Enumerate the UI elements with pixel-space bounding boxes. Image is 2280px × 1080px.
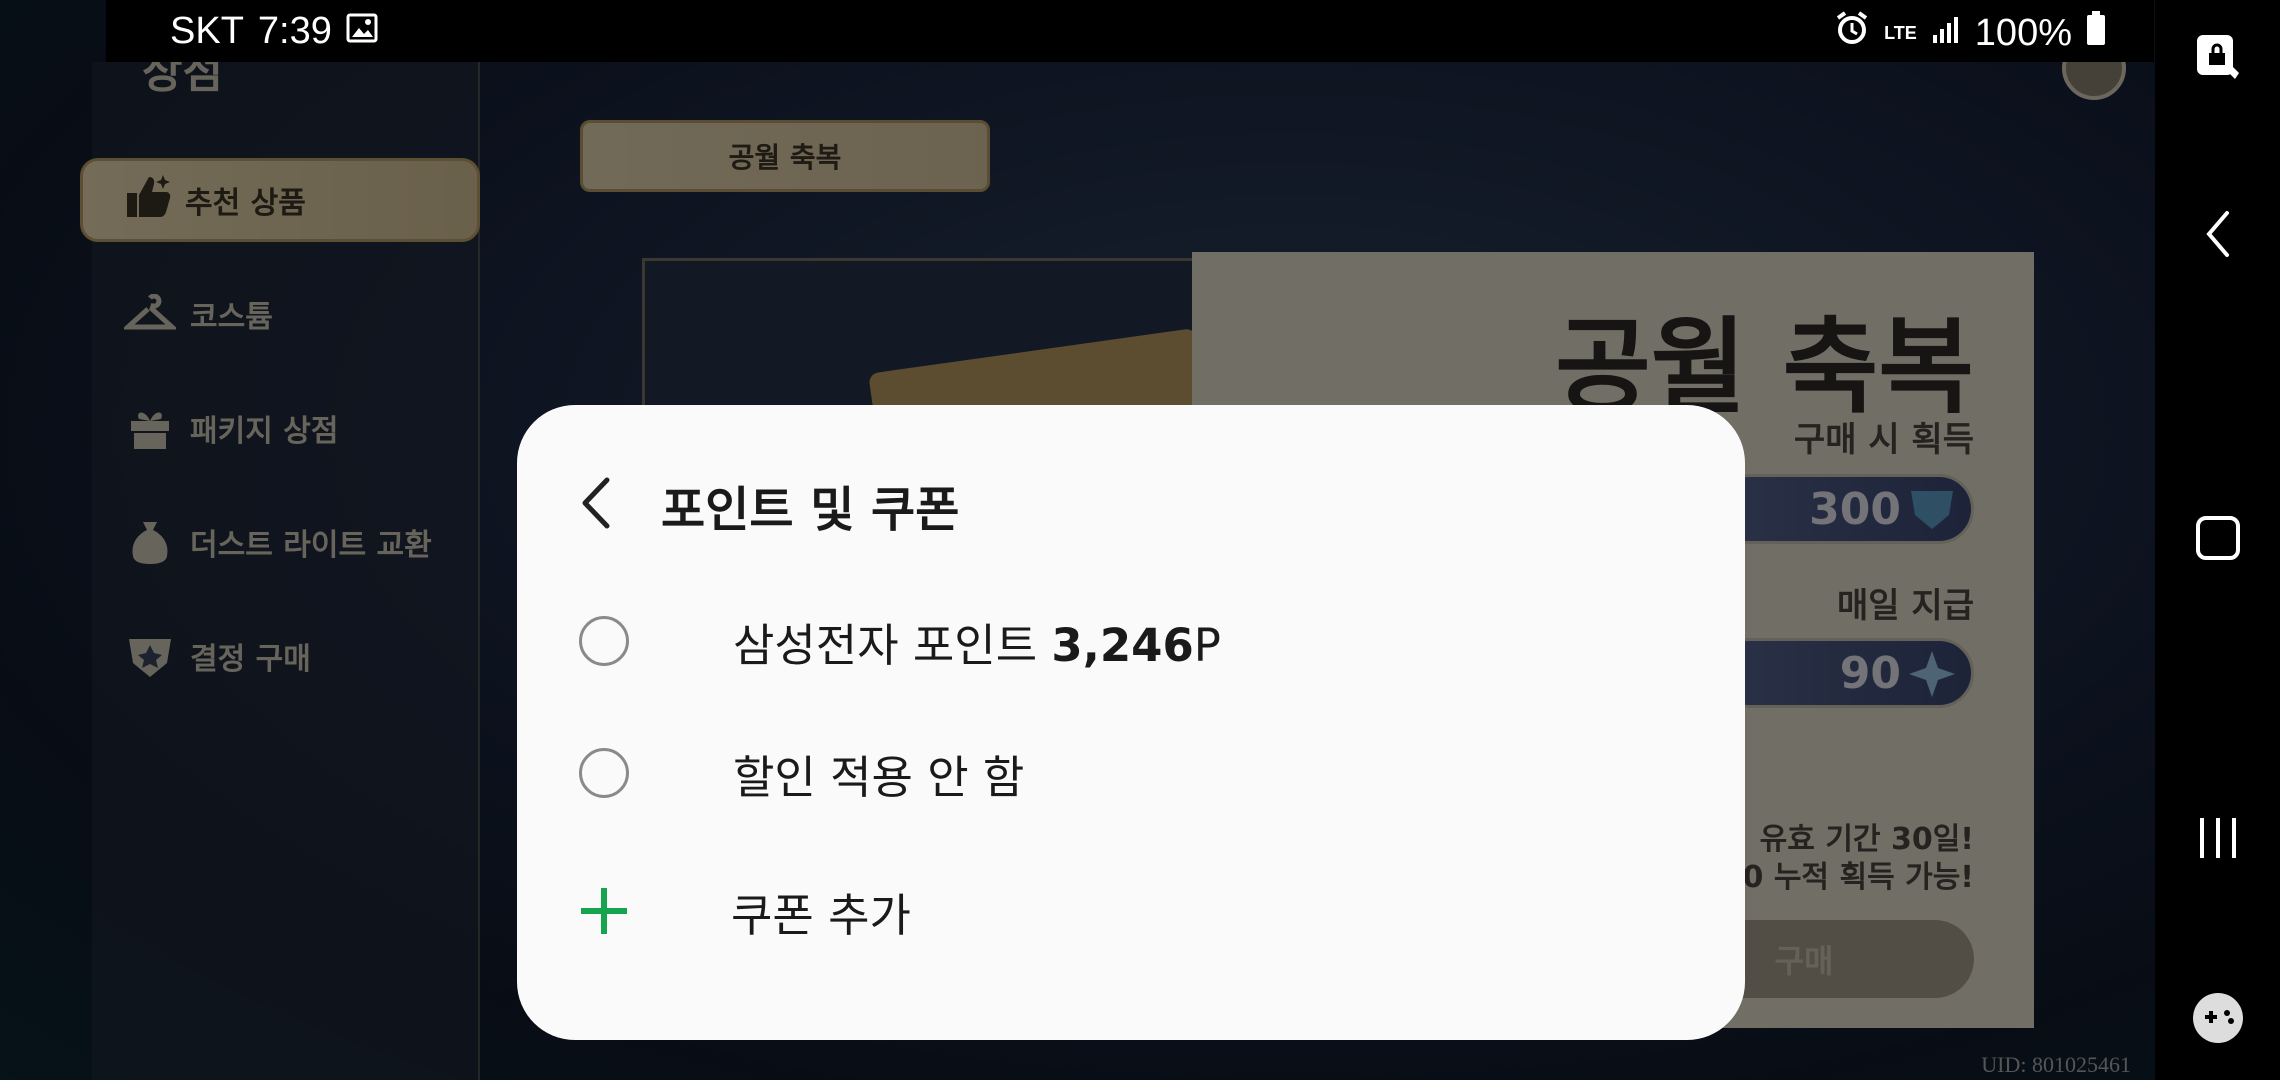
battery-percent: 100% [1974, 11, 2072, 54]
signal-icon [1931, 12, 1961, 55]
screen-pin-button[interactable] [2155, 0, 2280, 120]
plus-icon [577, 884, 631, 938]
points-label: 삼성전자 포인트 [733, 618, 1052, 672]
carrier: SKT [170, 10, 244, 52]
chevron-left-icon [2203, 209, 2233, 263]
option-label: 할인 적용 안 함 [733, 750, 1025, 804]
game-tools-button[interactable] [2155, 960, 2280, 1080]
option-label: 삼성전자 포인트 3,246P [733, 609, 1221, 674]
back-nav-button[interactable] [2155, 176, 2280, 296]
recents-icon [2196, 814, 2240, 866]
alarm-icon [1834, 10, 1870, 56]
status-bar: SKT 7:39 LTE 100% [106, 0, 2154, 62]
add-coupon-label: 쿠폰 추가 [731, 888, 911, 942]
add-coupon-button[interactable]: 쿠폰 추가 [577, 861, 1687, 961]
gamepad-icon [2191, 991, 2245, 1049]
image-notification-icon [346, 10, 378, 53]
touch-lock-icon [2193, 31, 2243, 89]
recents-nav-button[interactable] [2155, 780, 2280, 900]
game-screen: 상점 추천 상품 코스튬 패키지 상점 더스트 라이트 교환 결정 구매 공월 … [0, 0, 2155, 1080]
home-square-icon [2194, 514, 2242, 566]
option-no-discount[interactable]: 할인 적용 안 함 [577, 723, 1687, 823]
chevron-left-icon [577, 476, 617, 534]
radio-button[interactable] [579, 616, 629, 666]
back-button[interactable] [577, 465, 657, 545]
radio-button[interactable] [579, 748, 629, 798]
dialog-header: 포인트 및 쿠폰 [577, 465, 959, 545]
option-samsung-points[interactable]: 삼성전자 포인트 3,246P [577, 591, 1687, 691]
clock: 7:39 [257, 10, 332, 52]
home-nav-button[interactable] [2155, 480, 2280, 600]
points-unit: P [1193, 618, 1221, 672]
points-coupon-dialog: 포인트 및 쿠폰 삼성전자 포인트 3,246P 할인 적용 안 함 쿠폰 추가 [517, 405, 1745, 1040]
dialog-title: 포인트 및 쿠폰 [661, 482, 960, 538]
navigation-bar [2155, 0, 2280, 1080]
points-amount: 3,246 [1051, 618, 1194, 672]
network-type: LTE [1884, 23, 1917, 43]
battery-icon [2086, 11, 2106, 55]
